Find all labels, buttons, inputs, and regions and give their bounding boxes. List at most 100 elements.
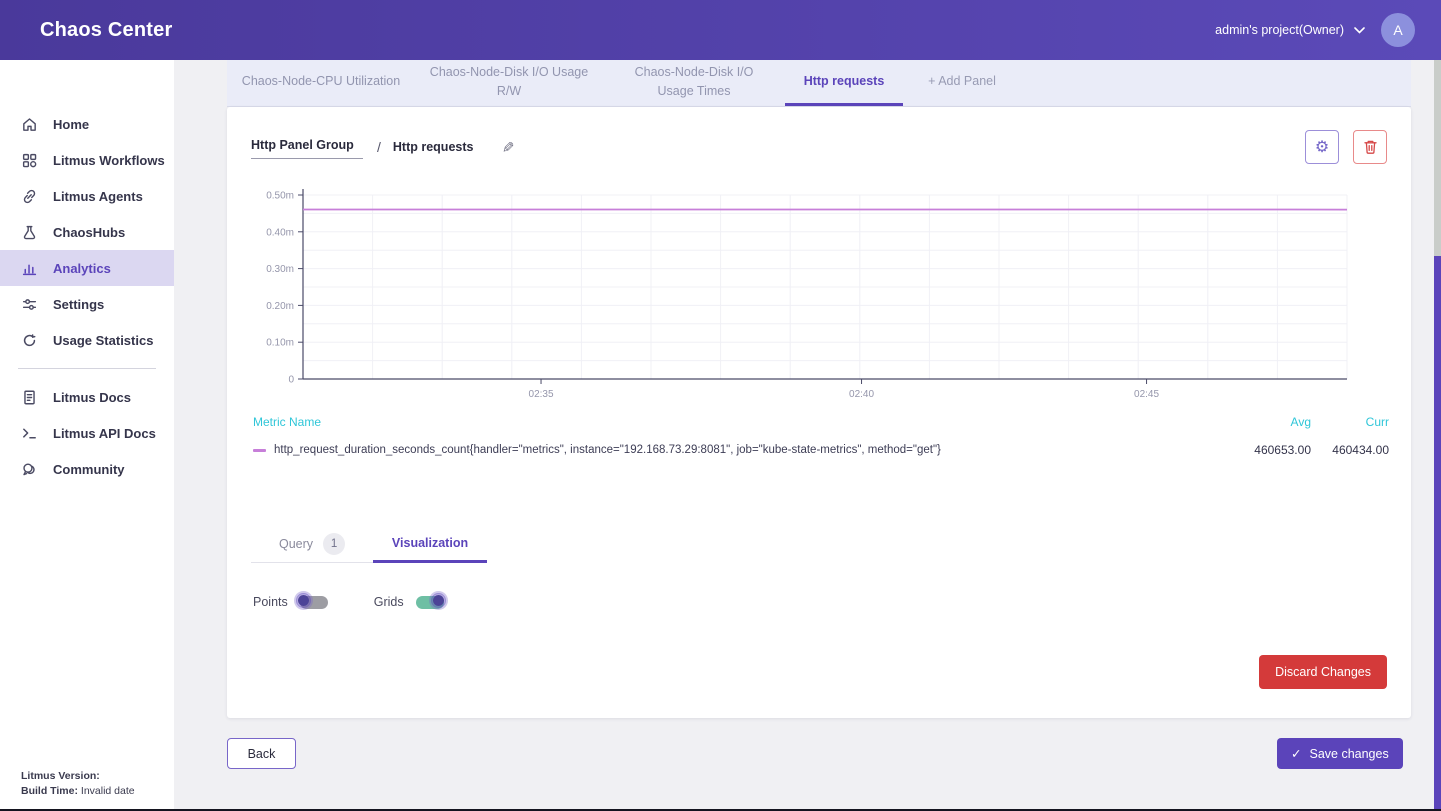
edit-pencil-icon[interactable]: ✎ [499,141,517,154]
panel-name: Http requests [393,140,474,154]
chart-legend: Metric Name Avg Curr http_request_durati… [253,415,1389,457]
sidebar-nav: Home Litmus Workflows Litmus Agents Chao… [0,60,174,487]
add-panel-tab[interactable]: + Add Panel [903,60,1021,106]
panel-group-name-input[interactable] [251,136,363,159]
breadcrumb-separator: / [377,139,381,155]
visualization-tab-label: Visualization [392,536,468,550]
panel-editor-card: / Http requests ✎ ⚙ 00.10m0.20m0.30m0.40… [227,107,1411,718]
sidebar-item-label: Settings [53,297,104,312]
query-count-badge: 1 [323,533,345,555]
sidebar-item-label: Community [53,462,125,477]
chat-bubbles-icon [21,461,38,478]
panel-header: / Http requests ✎ ⚙ [251,127,1387,167]
tab-query[interactable]: Query 1 [251,525,373,563]
document-icon [21,389,38,406]
chaos-center-app: Chaos Center admin's project(Owner) A Ho… [0,0,1441,811]
sidebar-item-label: Litmus Agents [53,189,143,204]
tab-visualization[interactable]: Visualization [373,525,487,563]
avg-value: 460653.00 [1233,443,1311,457]
version-label: Litmus Version: [21,770,100,782]
scrollbar-track[interactable] [1434,60,1441,811]
project-label: admin's project(Owner) [1215,23,1344,37]
curr-column-label: Curr [1311,415,1389,429]
sliders-icon [21,296,38,313]
tab-http-requests[interactable]: Http requests [785,60,903,106]
discard-changes-button[interactable]: Discard Changes [1259,655,1387,689]
app-title: Chaos Center [40,19,172,42]
panel-breadcrumb: / Http requests ✎ [251,136,514,159]
tab-chaos-node-cpu-utilization[interactable]: Chaos-Node-CPU Utilization [227,60,415,106]
editor-tabs: Query 1 Visualization [251,525,487,563]
grids-toggle-thumb [431,593,446,608]
terminal-icon [21,425,38,442]
workflows-icon [21,152,38,169]
sidebar-item-home[interactable]: Home [0,106,174,142]
legend-header: Metric Name Avg Curr [253,415,1389,429]
tab-chaos-node-disk-io-usage-rw[interactable]: Chaos-Node-Disk I/O Usage R/W [415,60,603,106]
home-icon [21,116,38,133]
svg-text:0.10m: 0.10m [266,338,294,349]
sidebar-item-litmus-agents[interactable]: Litmus Agents [0,178,174,214]
svg-text:02:40: 02:40 [849,389,874,400]
check-icon: ✓ [1291,746,1301,761]
sidebar-item-label: Analytics [53,261,111,276]
svg-text:0: 0 [288,375,294,386]
trash-icon [1363,139,1378,155]
sidebar-divider [18,368,156,369]
sidebar-item-settings[interactable]: Settings [0,286,174,322]
sidebar-item-litmus-workflows[interactable]: Litmus Workflows [0,142,174,178]
legend-series[interactable]: http_request_duration_seconds_count{hand… [253,444,941,456]
gear-icon: ⚙ [1315,137,1329,157]
sidebar-item-litmus-api-docs[interactable]: Litmus API Docs [0,415,174,451]
sidebar-item-community[interactable]: Community [0,451,174,487]
sidebar-item-chaoshubs[interactable]: ChaosHubs [0,214,174,250]
back-button[interactable]: Back [227,738,296,769]
visualization-toggles: Points Grids [253,595,444,609]
points-toggle[interactable] [300,596,328,609]
link-icon [21,188,38,205]
sidebar: Home Litmus Workflows Litmus Agents Chao… [0,60,174,811]
svg-text:02:45: 02:45 [1134,389,1159,400]
legend-series-label: http_request_duration_seconds_count{hand… [274,444,941,456]
sidebar-item-litmus-docs[interactable]: Litmus Docs [0,379,174,415]
grids-toggle-group: Grids [374,595,444,609]
scrollbar-thumb[interactable] [1434,256,1441,811]
panel-actions: ⚙ [1305,130,1387,164]
panel-settings-button[interactable]: ⚙ [1305,130,1339,164]
sidebar-item-analytics[interactable]: Analytics [0,250,174,286]
project-selector[interactable]: admin's project(Owner) [1215,23,1365,37]
sidebar-item-usage-statistics[interactable]: Usage Statistics [0,322,174,358]
app-header: Chaos Center admin's project(Owner) A [0,0,1441,60]
panel-delete-button[interactable] [1353,130,1387,164]
chart-container: 00.10m0.20m0.30m0.40m0.50m02:3502:4002:4… [251,183,1363,407]
http-requests-chart: 00.10m0.20m0.30m0.40m0.50m02:3502:4002:4… [251,183,1363,407]
legend-series-marker [253,449,266,452]
legend-row: http_request_duration_seconds_count{hand… [253,443,1389,457]
chevron-down-icon [1354,27,1365,34]
grids-toggle[interactable] [416,596,444,609]
tab-chaos-node-disk-io-usage-times[interactable]: Chaos-Node-Disk I/O Usage Times [603,60,785,106]
usage-circle-icon [21,332,38,349]
sidebar-item-label: Litmus Docs [53,390,131,405]
sidebar-item-label: Litmus API Docs [53,426,156,441]
curr-value: 460434.00 [1311,443,1389,457]
build-time-value: Invalid date [81,785,135,797]
points-toggle-group: Points [253,595,328,609]
avatar-initial: A [1393,22,1402,38]
svg-text:02:35: 02:35 [529,389,554,400]
avatar[interactable]: A [1381,13,1415,47]
flask-icon [21,224,38,241]
points-toggle-thumb [296,593,311,608]
sidebar-item-label: ChaosHubs [53,225,125,240]
svg-text:0.20m: 0.20m [266,301,294,312]
panel-tabbar: Chaos-Node-CPU Utilization Chaos-Node-Di… [227,60,1411,107]
legend-columns: Avg Curr [1233,415,1389,429]
avg-column-label: Avg [1233,415,1311,429]
save-changes-button[interactable]: ✓ Save changes [1277,738,1403,769]
svg-text:0.50m: 0.50m [266,191,294,202]
version-info: Litmus Version: Build Time: Invalid date [21,769,135,799]
header-right: admin's project(Owner) A [1215,13,1415,47]
save-changes-label: Save changes [1309,747,1388,761]
sidebar-item-label: Home [53,117,89,132]
sidebar-item-label: Usage Statistics [53,333,153,348]
